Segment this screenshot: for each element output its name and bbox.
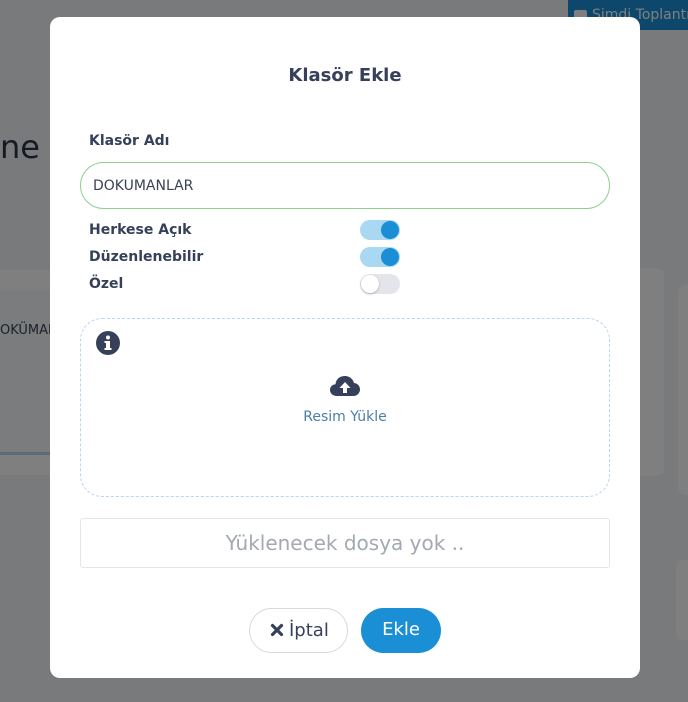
file-status-text: Yüklenecek dosya yok .. xyxy=(225,531,465,555)
toggle-row-private: Özel xyxy=(89,274,401,294)
toggle-label-public: Herkese Açık xyxy=(89,222,192,238)
toggle-row-editable: Düzenlenebilir xyxy=(89,247,401,267)
cloud-upload-icon xyxy=(330,376,360,396)
close-icon xyxy=(270,623,284,637)
folder-name-label: Klasör Adı xyxy=(89,133,170,149)
add-folder-modal: Klasör Ekle Klasör Adı Herkese Açık Düze… xyxy=(50,17,640,678)
cancel-label: İptal xyxy=(289,620,329,641)
toggle-row-public: Herkese Açık xyxy=(89,220,401,240)
add-label: Ekle xyxy=(382,619,420,640)
info-circle-icon[interactable] xyxy=(95,330,121,356)
add-button[interactable]: Ekle xyxy=(361,608,441,653)
public-toggle[interactable] xyxy=(360,220,400,240)
editable-toggle[interactable] xyxy=(360,247,400,267)
modal-title: Klasör Ekle xyxy=(288,65,402,86)
toggle-label-editable: Düzenlenebilir xyxy=(89,249,204,265)
folder-name-input[interactable] xyxy=(80,162,610,209)
toggle-label-private: Özel xyxy=(89,276,124,292)
image-upload-dropzone[interactable]: Resim Yükle xyxy=(80,318,610,497)
cancel-button[interactable]: İptal xyxy=(249,608,348,653)
upload-image-label: Resim Yükle xyxy=(303,409,387,425)
file-status-box: Yüklenecek dosya yok .. xyxy=(80,518,610,568)
private-toggle[interactable] xyxy=(360,274,400,294)
